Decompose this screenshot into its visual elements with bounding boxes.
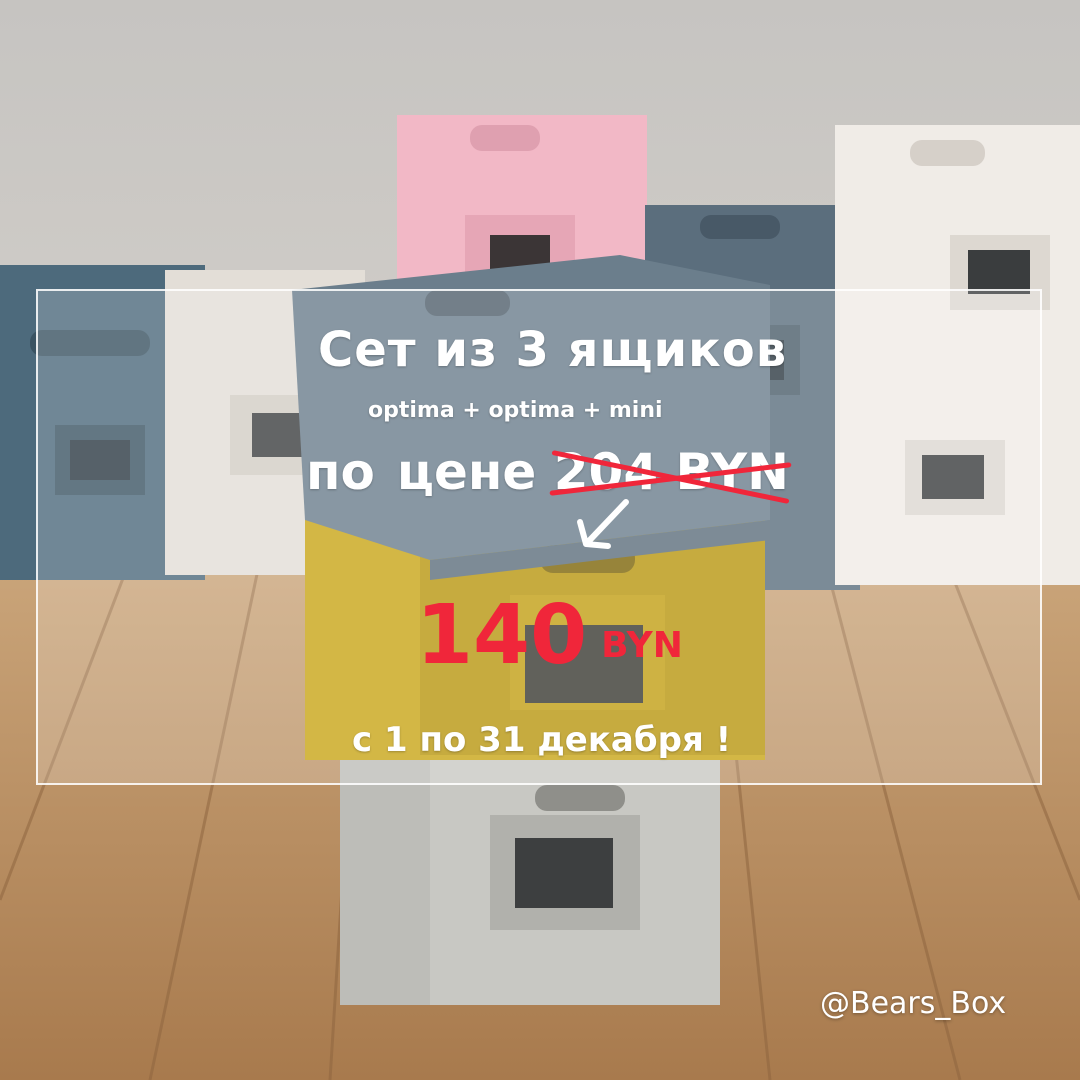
old-price-line: по цене 204 BYN bbox=[306, 443, 792, 504]
new-price-amount: 140 bbox=[416, 588, 588, 683]
brand-handle: @Bears_Box bbox=[820, 986, 1007, 1021]
new-price: 140 BYN bbox=[416, 588, 683, 683]
arrow-down-left-icon bbox=[577, 499, 629, 549]
new-price-currency: BYN bbox=[601, 625, 683, 666]
promo-headline: Сет из 3 ящиков bbox=[318, 322, 788, 378]
old-price: 204 BYN bbox=[549, 443, 792, 504]
promo-subline: optima + optima + mini bbox=[368, 398, 663, 423]
box-pink bbox=[397, 115, 647, 280]
promo-dates: с 1 по 31 декабря ! bbox=[352, 720, 732, 760]
price-prefix-po: по bbox=[306, 443, 375, 501]
price-prefix-cene: цене bbox=[396, 443, 537, 501]
